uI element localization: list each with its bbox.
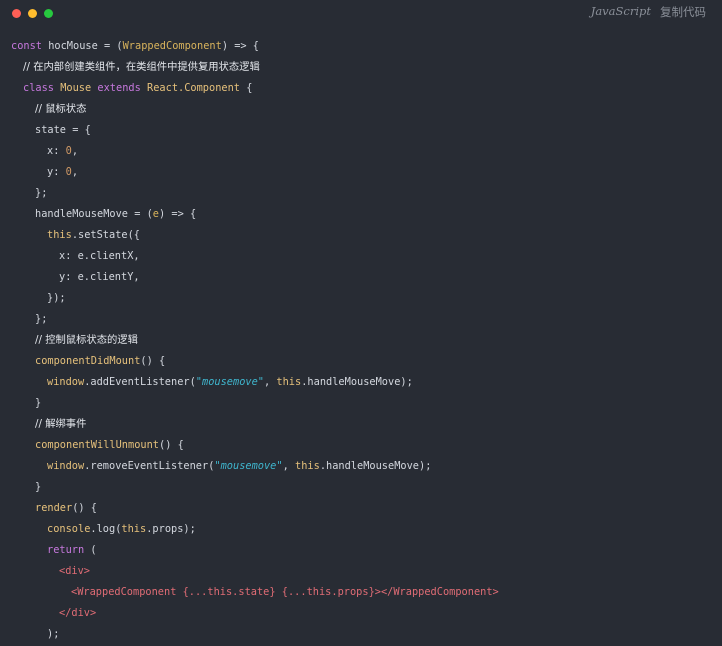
code-token: extends xyxy=(97,82,148,94)
code-token: window xyxy=(47,460,85,472)
code-line: const hocMouse = (WrappedComponent) => { xyxy=(11,36,722,57)
window-controls xyxy=(12,9,53,18)
code-block-window: JavaScript 复制代码 const hocMouse = (Wrappe… xyxy=(0,0,722,646)
code-token: }); xyxy=(47,292,66,304)
code-token: y: xyxy=(47,166,66,178)
code-token: .handleMouseMove); xyxy=(301,376,413,388)
code-token: <div> xyxy=(59,565,90,577)
code-token: hocMouse = ( xyxy=(48,40,123,52)
maximize-dot-icon xyxy=(44,9,53,18)
code-token: }; xyxy=(35,187,48,199)
code-content[interactable]: const hocMouse = (WrappedComponent) => {… xyxy=(11,36,722,645)
code-line: handleMouseMove = (e) => { xyxy=(11,204,722,225)
code-token: .handleMouseMove); xyxy=(319,460,432,472)
code-token: ) => { xyxy=(221,40,260,52)
code-line: state = { xyxy=(11,120,722,141)
code-token: // 解绑事件 xyxy=(35,418,87,430)
code-token: , xyxy=(282,460,295,472)
code-token: // 鼠标状态 xyxy=(35,103,87,115)
code-token: ) => { xyxy=(159,208,197,220)
code-token: </div> xyxy=(59,607,97,619)
code-token: .removeEventListener( xyxy=(84,460,215,472)
code-token: state = { xyxy=(35,124,91,136)
code-line: this.setState({ xyxy=(11,225,722,246)
close-dot-icon xyxy=(12,9,21,18)
code-line: componentDidMount() { xyxy=(11,351,722,372)
code-token: () { xyxy=(72,502,98,514)
code-token: .log( xyxy=(90,523,122,535)
code-line: x: e.clientX, xyxy=(11,246,722,267)
code-token: }; xyxy=(35,313,48,325)
code-line: // 鼠标状态 xyxy=(11,99,722,120)
code-token: { xyxy=(240,82,253,94)
code-line: y: 0, xyxy=(11,162,722,183)
code-line: return ( xyxy=(11,540,722,561)
code-line: ); xyxy=(11,624,722,645)
code-line: x: 0, xyxy=(11,141,722,162)
code-token: <WrappedComponent {...this.state} {...th… xyxy=(71,586,499,598)
code-token: componentWillUnmount xyxy=(35,439,159,451)
code-token: this xyxy=(295,460,320,472)
code-line: } xyxy=(11,477,722,498)
code-token: x: e.clientX, xyxy=(59,250,140,262)
code-token: ); xyxy=(47,628,60,640)
language-label: JavaScript xyxy=(590,4,651,18)
code-token: .addEventListener( xyxy=(84,376,196,388)
code-line: console.log(this.props); xyxy=(11,519,722,540)
code-line: <WrappedComponent {...this.state} {...th… xyxy=(11,582,722,603)
code-line: <div> xyxy=(11,561,722,582)
code-token: componentDidMount xyxy=(35,355,141,367)
code-token: .setState({ xyxy=(71,229,141,241)
code-token: render xyxy=(35,502,73,514)
code-token: this xyxy=(276,376,302,388)
code-line: window.addEventListener("mousemove", thi… xyxy=(11,372,722,393)
code-token: const xyxy=(11,40,49,52)
code-token: "mousemove" xyxy=(195,376,264,388)
code-token: () { xyxy=(159,439,184,451)
code-token: .props); xyxy=(146,523,196,535)
code-token: , xyxy=(71,166,79,178)
code-token: ( xyxy=(84,544,97,556)
code-line: class Mouse extends React.Component { xyxy=(11,78,722,99)
code-token: , xyxy=(71,145,79,157)
code-line: render() { xyxy=(11,498,722,519)
code-toolbar: JavaScript 复制代码 xyxy=(591,4,706,20)
code-line: }; xyxy=(11,309,722,330)
code-line: }); xyxy=(11,288,722,309)
code-token: // 控制鼠标状态的逻辑 xyxy=(35,334,138,346)
code-line: y: e.clientY, xyxy=(11,267,722,288)
minimize-dot-icon xyxy=(28,9,37,18)
code-line: }; xyxy=(11,183,722,204)
code-line: } xyxy=(11,393,722,414)
code-token: class xyxy=(23,82,61,94)
code-token: } xyxy=(35,397,42,409)
code-token: } xyxy=(35,481,42,493)
copy-code-button[interactable]: 复制代码 xyxy=(660,4,706,20)
code-line: window.removeEventListener("mousemove", … xyxy=(11,456,722,477)
code-token: y: e.clientY, xyxy=(59,271,140,283)
code-line: // 控制鼠标状态的逻辑 xyxy=(11,330,722,351)
code-block-header: JavaScript 复制代码 xyxy=(0,0,722,30)
code-token: return xyxy=(47,544,85,556)
code-token: this xyxy=(47,229,72,241)
code-token: React.Component xyxy=(147,82,241,94)
code-line: // 在内部创建类组件，在类组件中提供复用状态逻辑 xyxy=(11,57,722,78)
code-line: </div> xyxy=(11,603,722,624)
code-token: x: xyxy=(47,145,66,157)
code-token: Mouse xyxy=(60,82,98,94)
code-token: // 在内部创建类组件，在类组件中提供复用状态逻辑 xyxy=(23,61,260,73)
code-token: WrappedComponent xyxy=(122,40,222,52)
code-token: handleMouseMove = ( xyxy=(35,208,153,220)
code-token: () { xyxy=(140,355,166,367)
code-token: this xyxy=(121,523,147,535)
code-line: componentWillUnmount() { xyxy=(11,435,722,456)
code-line: // 解绑事件 xyxy=(11,414,722,435)
code-token: window xyxy=(47,376,85,388)
code-token: "mousemove" xyxy=(214,460,283,472)
code-token: console xyxy=(47,523,91,535)
code-token: , xyxy=(264,376,277,388)
